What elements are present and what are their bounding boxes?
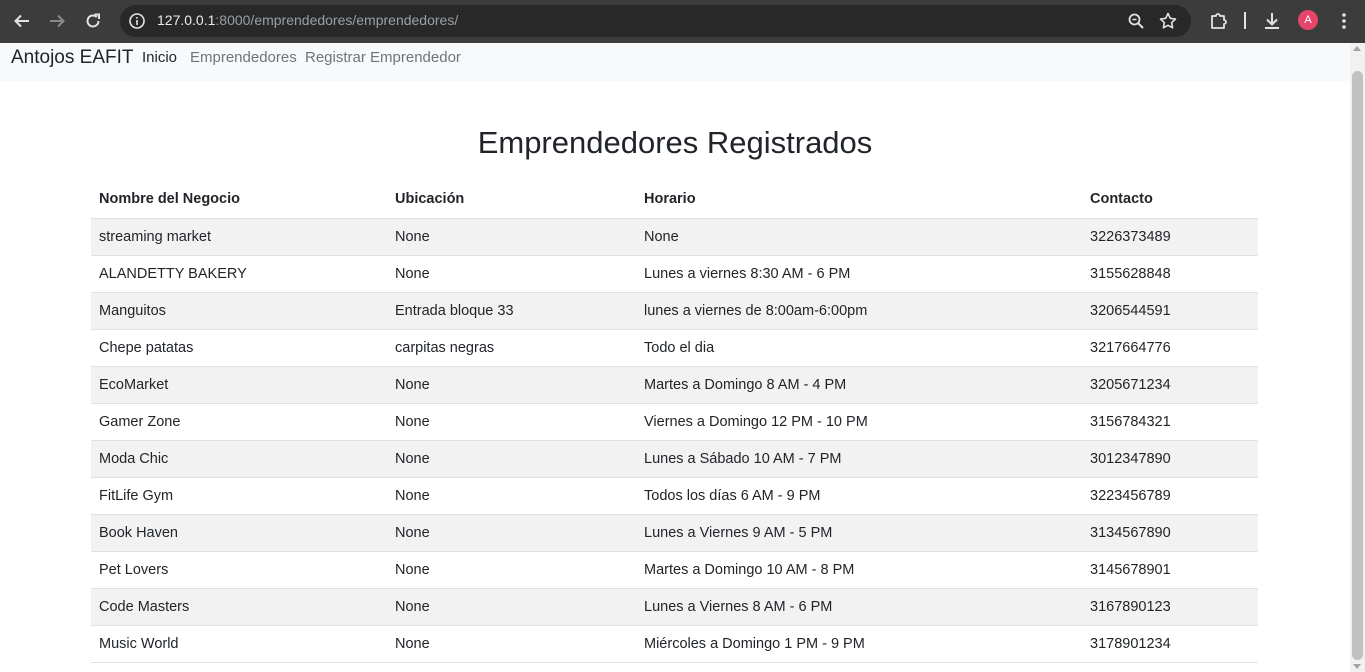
cell-contacto: 3167890123 <box>1082 588 1258 626</box>
cell-nombre: Moda Chic <box>91 440 387 478</box>
scroll-thumb[interactable] <box>1352 71 1363 660</box>
table-row: Chepe patatas carpitas negras Todo el dia 3… <box>91 329 1258 367</box>
cell-nombre: Music World <box>91 625 387 663</box>
url-text[interactable]: 127.0.0.1:8000/emprendedores/emprendedor… <box>157 12 458 28</box>
cell-horario: Todo el dia <box>636 329 1082 367</box>
cell-horario: Todos los días 6 AM - 9 PM <box>636 477 1082 515</box>
browser-toolbar: 127.0.0.1:8000/emprendedores/emprendedor… <box>0 0 1365 43</box>
cell-ubicacion: None <box>387 218 636 256</box>
cell-contacto: 3223456789 <box>1082 477 1258 515</box>
cell-nombre: Code Masters <box>91 588 387 626</box>
forward-icon[interactable] <box>44 8 70 34</box>
cell-horario: Lunes a Sábado 10 AM - 7 PM <box>636 440 1082 478</box>
cell-nombre: FitLife Gym <box>91 477 387 515</box>
url-path: :8000/emprendedores/emprendedores/ <box>215 12 459 28</box>
cell-nombre: ALANDETTY BAKERY <box>91 255 387 293</box>
cell-horario: Martes a Domingo 10 AM - 8 PM <box>636 551 1082 589</box>
emprendedores-table: Nombre del Negocio Ubicación Horario Con… <box>91 181 1258 663</box>
scroll-up-arrow-icon[interactable] <box>1353 46 1361 51</box>
table-row: FitLife Gym None Todos los días 6 AM - 9 P… <box>91 477 1258 515</box>
cell-contacto: 3134567890 <box>1082 514 1258 552</box>
cell-ubicacion: None <box>387 255 636 293</box>
column-header-horario: Horario <box>636 181 1082 219</box>
cell-contacto: 3012347890 <box>1082 440 1258 478</box>
cell-nombre: Book Haven <box>91 514 387 552</box>
bookmark-star-icon[interactable] <box>1158 11 1178 31</box>
cell-ubicacion: None <box>387 514 636 552</box>
menu-kebab-icon[interactable] <box>1333 10 1355 32</box>
cell-nombre: EcoMarket <box>91 366 387 404</box>
url-host: 127.0.0.1 <box>157 12 216 28</box>
site-navbar: Antojos EAFIT Inicio Emprendedores Regis… <box>0 43 1350 81</box>
cell-contacto: 3156784321 <box>1082 403 1258 441</box>
cell-contacto: 3155628848 <box>1082 255 1258 293</box>
column-header-ubicacion: Ubicación <box>387 181 636 219</box>
cell-ubicacion: None <box>387 440 636 478</box>
cell-ubicacion: None <box>387 403 636 441</box>
cell-ubicacion: None <box>387 551 636 589</box>
navbar-brand[interactable]: Antojos EAFIT <box>11 47 134 69</box>
cell-contacto: 3226373489 <box>1082 218 1258 256</box>
cell-horario: Lunes a Viernes 9 AM - 5 PM <box>636 514 1082 552</box>
table-row: ALANDETTY BAKERY None Lunes a viernes 8:30… <box>91 255 1258 293</box>
cell-nombre: Pet Lovers <box>91 551 387 589</box>
column-header-contacto: Contacto <box>1082 181 1258 219</box>
cell-horario: lunes a viernes de 8:00am-6:00pm <box>636 292 1082 330</box>
page-viewport: Antojos EAFIT Inicio Emprendedores Regis… <box>0 43 1350 672</box>
page-title: Emprendedores Registrados <box>477 125 873 160</box>
cell-ubicacion: None <box>387 625 636 663</box>
back-icon[interactable] <box>9 8 35 34</box>
cell-contacto: 3145678901 <box>1082 551 1258 589</box>
cell-horario: Lunes a viernes 8:30 AM - 6 PM <box>636 255 1082 293</box>
cell-ubicacion: Entrada bloque 33 <box>387 292 636 330</box>
cell-nombre: Gamer Zone <box>91 403 387 441</box>
cell-horario: Viernes a Domingo 12 PM - 10 PM <box>636 403 1082 441</box>
cell-contacto: 3206544591 <box>1082 292 1258 330</box>
cell-nombre: Manguitos <box>91 292 387 330</box>
cell-ubicacion: None <box>387 477 636 515</box>
table-row: EcoMarket None Martes a Domingo 8 AM - 4 P… <box>91 366 1258 404</box>
cell-ubicacion: None <box>387 588 636 626</box>
extensions-icon[interactable] <box>1208 10 1230 32</box>
cell-nombre: Chepe patatas <box>91 329 387 367</box>
nav-link-registrar-emprendedor[interactable]: Registrar Emprendedor <box>305 49 461 66</box>
table-row: Code Masters None Lunes a Viernes 8 AM - 6… <box>91 588 1258 626</box>
cell-horario: Miércoles a Domingo 1 PM - 9 PM <box>636 625 1082 663</box>
emprendedores-table-container: Nombre del Negocio Ubicación Horario Con… <box>91 181 1258 663</box>
address-bar[interactable]: 127.0.0.1:8000/emprendedores/emprendedor… <box>120 5 1191 37</box>
download-icon[interactable] <box>1261 10 1283 32</box>
table-header-row: Nombre del Negocio Ubicación Horario Con… <box>91 181 1258 219</box>
zoom-icon[interactable] <box>1126 11 1146 31</box>
profile-avatar[interactable]: A <box>1298 10 1318 30</box>
table-row: Pet Lovers None Martes a Domingo 10 AM - 8… <box>91 551 1258 589</box>
cell-contacto: 3217664776 <box>1082 329 1258 367</box>
site-info-icon[interactable] <box>128 12 146 30</box>
cell-ubicacion: carpitas negras <box>387 329 636 367</box>
cell-nombre: streaming market <box>91 218 387 256</box>
cell-horario: Lunes a Viernes 8 AM - 6 PM <box>636 588 1082 626</box>
nav-link-inicio[interactable]: Inicio <box>142 49 177 66</box>
reload-icon[interactable] <box>80 8 106 34</box>
toolbar-divider <box>1244 12 1246 29</box>
column-header-nombre: Nombre del Negocio <box>91 181 387 219</box>
table-row: Manguitos Entrada bloque 33 lunes a vierne… <box>91 292 1258 330</box>
page-scrollbar[interactable] <box>1350 43 1365 672</box>
nav-link-emprendedores[interactable]: Emprendedores <box>190 49 297 66</box>
table-row: Gamer Zone None Viernes a Domingo 12 PM - … <box>91 403 1258 441</box>
cell-horario: None <box>636 218 1082 256</box>
cell-contacto: 3178901234 <box>1082 625 1258 663</box>
cell-contacto: 3205671234 <box>1082 366 1258 404</box>
cell-horario: Martes a Domingo 8 AM - 4 PM <box>636 366 1082 404</box>
table-row: Book Haven None Lunes a Viernes 9 AM - 5 P… <box>91 514 1258 552</box>
cell-ubicacion: None <box>387 366 636 404</box>
table-row: streaming market None None 3226373489 <box>91 218 1258 256</box>
table-row: Moda Chic None Lunes a Sábado 10 AM - 7 PM… <box>91 440 1258 478</box>
table-body: streaming market None None 3226373489 ALANDE… <box>91 218 1258 663</box>
table-row: Music World None Miércoles a Domingo 1 PM … <box>91 625 1258 663</box>
scroll-down-arrow-icon[interactable] <box>1353 664 1361 669</box>
